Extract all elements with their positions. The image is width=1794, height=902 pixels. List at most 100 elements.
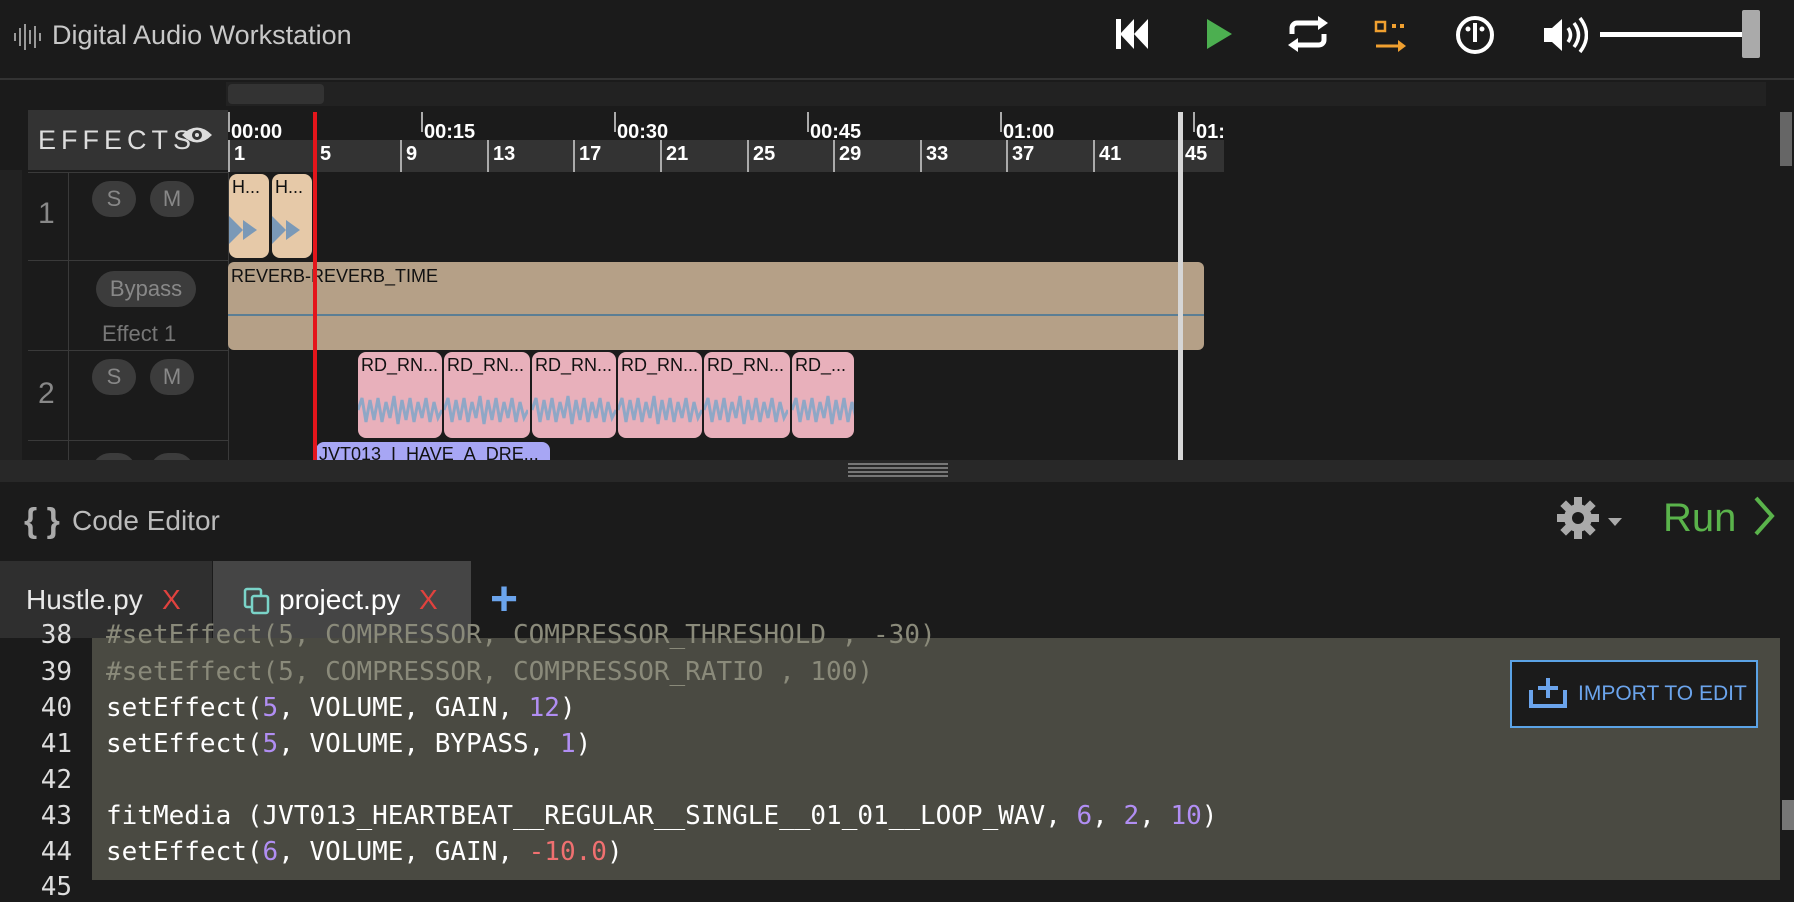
bar-tick xyxy=(660,140,662,172)
horizontal-scrollbar[interactable] xyxy=(226,82,1766,106)
time-label: 01:00 xyxy=(1003,121,1055,143)
time-tick xyxy=(228,112,230,132)
editor-scroll-thumb[interactable] xyxy=(1782,800,1794,830)
track-number: 1 xyxy=(38,197,55,230)
code-line[interactable]: setEffect(5, VOLUME, GAIN, 12) xyxy=(106,693,576,723)
audio-clip[interactable]: RD_RN... xyxy=(358,352,442,438)
line-number: 41 xyxy=(40,729,72,759)
code-line[interactable]: #setEffect(5, COMPRESSOR, COMPRESSOR_THR… xyxy=(106,620,936,650)
waveform xyxy=(532,395,616,425)
settings-gear-icon[interactable] xyxy=(1556,496,1626,542)
playhead[interactable] xyxy=(313,112,317,460)
chevron-down-icon xyxy=(1608,518,1622,526)
code-token: , xyxy=(1139,801,1171,831)
mute-button[interactable]: M xyxy=(150,181,194,217)
bar-label: 9 xyxy=(406,143,418,165)
bar-tick xyxy=(747,140,749,172)
code-token: setEffect( xyxy=(106,729,263,759)
audio-clip[interactable]: RD_... xyxy=(792,352,854,438)
waveform xyxy=(229,216,257,244)
import-to-edit-label: IMPORT TO EDIT xyxy=(1578,682,1747,705)
follow-playhead-icon[interactable] xyxy=(1374,20,1408,56)
horizontal-scroll-thumb[interactable] xyxy=(228,84,324,104)
bar-label: 21 xyxy=(666,143,689,165)
code-line[interactable]: #setEffect(5, COMPRESSOR, COMPRESSOR_RAT… xyxy=(106,657,873,687)
app-title: Digital Audio Workstation xyxy=(52,20,352,50)
mute-button[interactable]: M xyxy=(150,359,194,395)
clip-label: H... xyxy=(275,177,304,197)
audio-clip[interactable]: H... xyxy=(229,174,269,258)
waveform xyxy=(704,395,788,425)
vertical-scroll-thumb[interactable] xyxy=(1780,112,1792,166)
waveform xyxy=(358,395,442,425)
line-number: 39 xyxy=(40,657,72,687)
bar-label: 29 xyxy=(839,143,862,165)
audio-clip[interactable]: H... xyxy=(272,174,312,258)
clip-label: JVT013_I_HAVE_A_DRE... xyxy=(319,444,539,460)
code-line[interactable]: setEffect(5, VOLUME, BYPASS, 1) xyxy=(106,729,591,759)
time-label: 01: xyxy=(1196,121,1225,143)
code-token: ) xyxy=(1201,801,1218,831)
play-icon[interactable] xyxy=(1204,16,1234,52)
audio-clip[interactable]: RD_RN... xyxy=(618,352,702,438)
code-number: 2 xyxy=(1123,801,1140,831)
code-token: , VOLUME, GAIN, xyxy=(278,693,529,723)
solo-button[interactable]: S xyxy=(92,181,136,217)
code-token: , xyxy=(1092,801,1124,831)
clip-label: RD_RN... xyxy=(535,355,613,375)
bar-tick xyxy=(487,140,489,172)
skip-back-icon[interactable] xyxy=(1114,16,1150,52)
editor-vertical-scrollbar[interactable] xyxy=(1780,638,1794,880)
loop-icon[interactable] xyxy=(1286,14,1330,54)
time-tick xyxy=(1193,112,1195,132)
waveform xyxy=(618,395,702,425)
line-number: 38 xyxy=(40,620,72,650)
bar-label: 13 xyxy=(493,143,516,165)
line-number: 42 xyxy=(40,765,72,795)
bar-label: 41 xyxy=(1099,143,1122,165)
time-tick xyxy=(807,112,809,132)
zoom-sidebar[interactable] xyxy=(0,170,22,460)
bar-label: 25 xyxy=(753,143,776,165)
chevron-right-icon[interactable] xyxy=(1752,494,1778,538)
run-button[interactable]: Run xyxy=(1663,496,1736,541)
audio-clip[interactable]: JVT013_I_HAVE_A_DRE... xyxy=(316,442,550,460)
audio-clip[interactable]: RD_RN... xyxy=(444,352,530,438)
code-braces-icon: { } xyxy=(24,502,60,540)
track-header-3 xyxy=(28,440,228,461)
time-tick xyxy=(421,112,423,132)
bar-label: 1 xyxy=(234,143,246,165)
audio-clip[interactable]: RD_RN... xyxy=(532,352,616,438)
code-editor-title: Code Editor xyxy=(72,505,220,536)
code-number: 12 xyxy=(528,693,560,723)
volume-slider-handle[interactable] xyxy=(1742,10,1760,58)
clip-label: RD_RN... xyxy=(361,355,439,375)
code-editor-header xyxy=(0,482,1794,560)
volume-icon[interactable] xyxy=(1542,16,1588,54)
clip-label: RD_RN... xyxy=(621,355,699,375)
solo-button[interactable]: S xyxy=(92,359,136,395)
code-number: 1 xyxy=(559,729,576,759)
effects-label: EFFECTS xyxy=(38,125,197,155)
measure-ruler[interactable] xyxy=(228,140,1224,172)
project-end-marker xyxy=(1178,112,1183,460)
code-token: ) xyxy=(559,693,576,723)
volume-slider-track[interactable] xyxy=(1600,32,1750,37)
import-icon[interactable] xyxy=(1528,676,1568,710)
bypass-button[interactable]: Bypass xyxy=(96,271,196,307)
line-number: 40 xyxy=(40,693,72,723)
bar-label: 17 xyxy=(579,143,602,165)
bar-tick xyxy=(573,140,575,172)
envelope-line[interactable] xyxy=(228,314,1204,316)
bar-tick xyxy=(833,140,835,172)
eye-icon[interactable] xyxy=(180,124,214,146)
code-line[interactable]: fitMedia (JVT013_HEARTBEAT__REGULAR__SIN… xyxy=(106,801,1217,831)
metronome-icon[interactable] xyxy=(1454,14,1496,56)
clip-label: RD_RN... xyxy=(707,355,785,375)
audio-clip[interactable]: RD_RN... xyxy=(704,352,790,438)
add-tab-button[interactable]: + xyxy=(490,572,518,627)
resize-grip-icon[interactable] xyxy=(848,463,948,479)
code-token: ) xyxy=(606,837,623,867)
shared-file-icon xyxy=(243,587,270,615)
code-line[interactable]: setEffect(6, VOLUME, GAIN, -10.0) xyxy=(106,837,623,867)
